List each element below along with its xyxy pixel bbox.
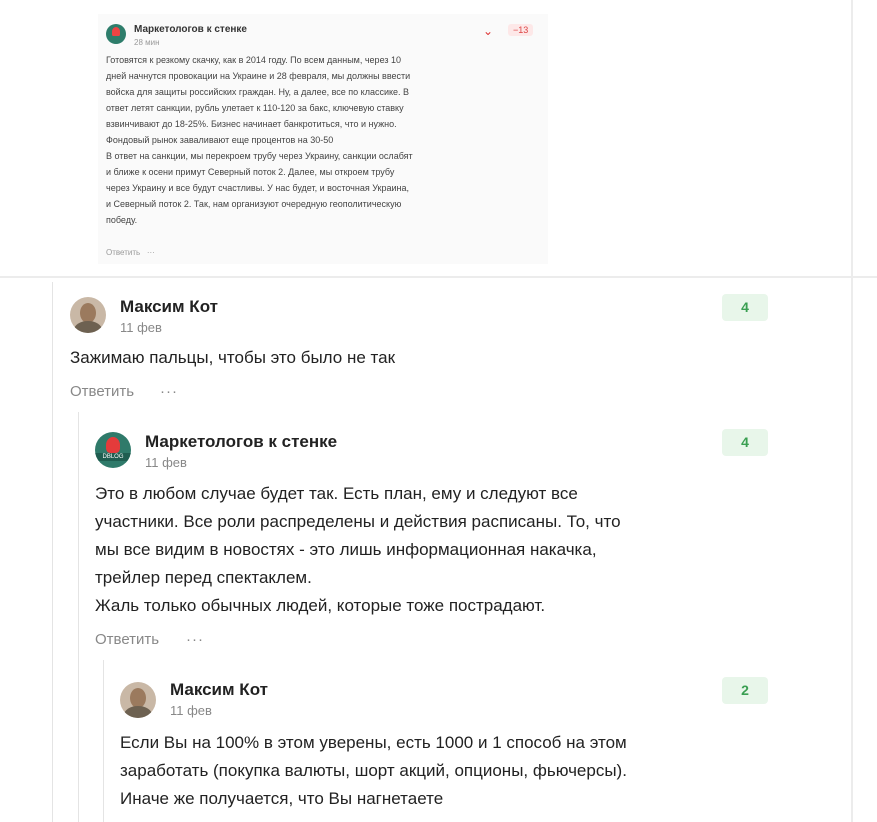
comment-score: 4	[722, 294, 768, 321]
divider	[0, 276, 877, 278]
quoted-line: взвинчивают до 18-25%. Бизнес начинает б…	[106, 119, 397, 129]
comment-line: трейлер перед спектаклем.	[95, 568, 312, 587]
comment-line: Это в любом случае будет так. Есть план,…	[95, 484, 578, 503]
comment-text: Это в любом случае будет так. Есть план,…	[95, 480, 621, 620]
more-icon[interactable]: ···	[160, 383, 178, 400]
comment-score: 2	[722, 677, 768, 704]
comment-text: Зажимаю пальцы, чтобы это было не так	[70, 344, 395, 372]
comment-score: 4	[722, 429, 768, 456]
more-icon[interactable]: ···	[186, 631, 204, 648]
comment-date[interactable]: 11 фев	[120, 320, 162, 335]
comment-date[interactable]: 11 фев	[170, 703, 212, 718]
thread-line	[78, 412, 79, 822]
comment-text: Если Вы на 100% в этом уверены, есть 100…	[120, 729, 627, 813]
avatar[interactable]	[120, 682, 156, 718]
comment-line: Зажимаю пальцы, чтобы это было не так	[70, 348, 396, 367]
comment-author[interactable]: Максим Кот	[170, 680, 268, 700]
quoted-avatar	[106, 24, 126, 44]
quoted-more: ···	[146, 248, 155, 257]
thread-line	[52, 282, 53, 822]
quoted-time: 28 мин	[134, 38, 160, 47]
quoted-line: победу.	[106, 215, 138, 225]
comment-line: Иначе же получается, что Вы нагнетаете	[120, 789, 444, 808]
reply-button[interactable]: Ответить	[70, 383, 134, 400]
comment-author[interactable]: Максим Кот	[120, 297, 218, 317]
reply-button[interactable]: Ответить	[95, 631, 159, 648]
quoted-line: ответ летят санкции, рубль улетает к 110…	[106, 103, 404, 113]
avatar[interactable]: DBLOG	[95, 432, 131, 468]
comment-line: Жаль только обычных людей, которые тоже …	[95, 596, 546, 615]
quoted-line: и ближе к осени примут Северный поток 2.…	[106, 167, 395, 177]
chevron-down-icon: ⌄	[483, 24, 494, 38]
quoted-score: −13	[508, 24, 534, 36]
quoted-line: Готовятся к резкому скачку, как в 2014 г…	[106, 55, 402, 65]
thread-line	[103, 660, 104, 822]
quoted-line: дней начнутся провокации на Украине и 28…	[106, 71, 411, 81]
quoted-comment: Маркетологов к стенке 28 мин ⌄ −13 Готов…	[98, 14, 548, 264]
quoted-author: Маркетологов к стенке	[134, 24, 247, 35]
quoted-text: Готовятся к резкому скачку, как в 2014 г…	[106, 52, 506, 228]
comment-author[interactable]: Маркетологов к стенке	[145, 432, 337, 452]
avatar[interactable]	[70, 297, 106, 333]
quoted-line: войска для защиты российских граждан. Ну…	[106, 87, 410, 97]
comment-line: участники. Все роли распределены и дейст…	[95, 512, 621, 531]
comment-line: заработать (покупка валюты, шорт акций, …	[120, 761, 627, 780]
quoted-line: В ответ на санкции, мы перекроем трубу ч…	[106, 151, 413, 161]
quoted-line: через Украину и все будут счастливы. У н…	[106, 183, 409, 193]
comment-date[interactable]: 11 фев	[145, 455, 187, 470]
quoted-line: и Северный поток 2. Так, нам организуют …	[106, 199, 402, 209]
quoted-reply: Ответить	[106, 248, 141, 257]
comment-line: мы все видим в новостях - это лишь инфор…	[95, 540, 597, 559]
quoted-actions: Ответить ···	[106, 248, 155, 257]
quoted-line: Фондовый рынок заваливают еще процентов …	[106, 135, 334, 145]
avatar-label: DBLOG	[95, 453, 131, 461]
comment-line: Если Вы на 100% в этом уверены, есть 100…	[120, 733, 627, 752]
right-divider	[851, 0, 853, 822]
